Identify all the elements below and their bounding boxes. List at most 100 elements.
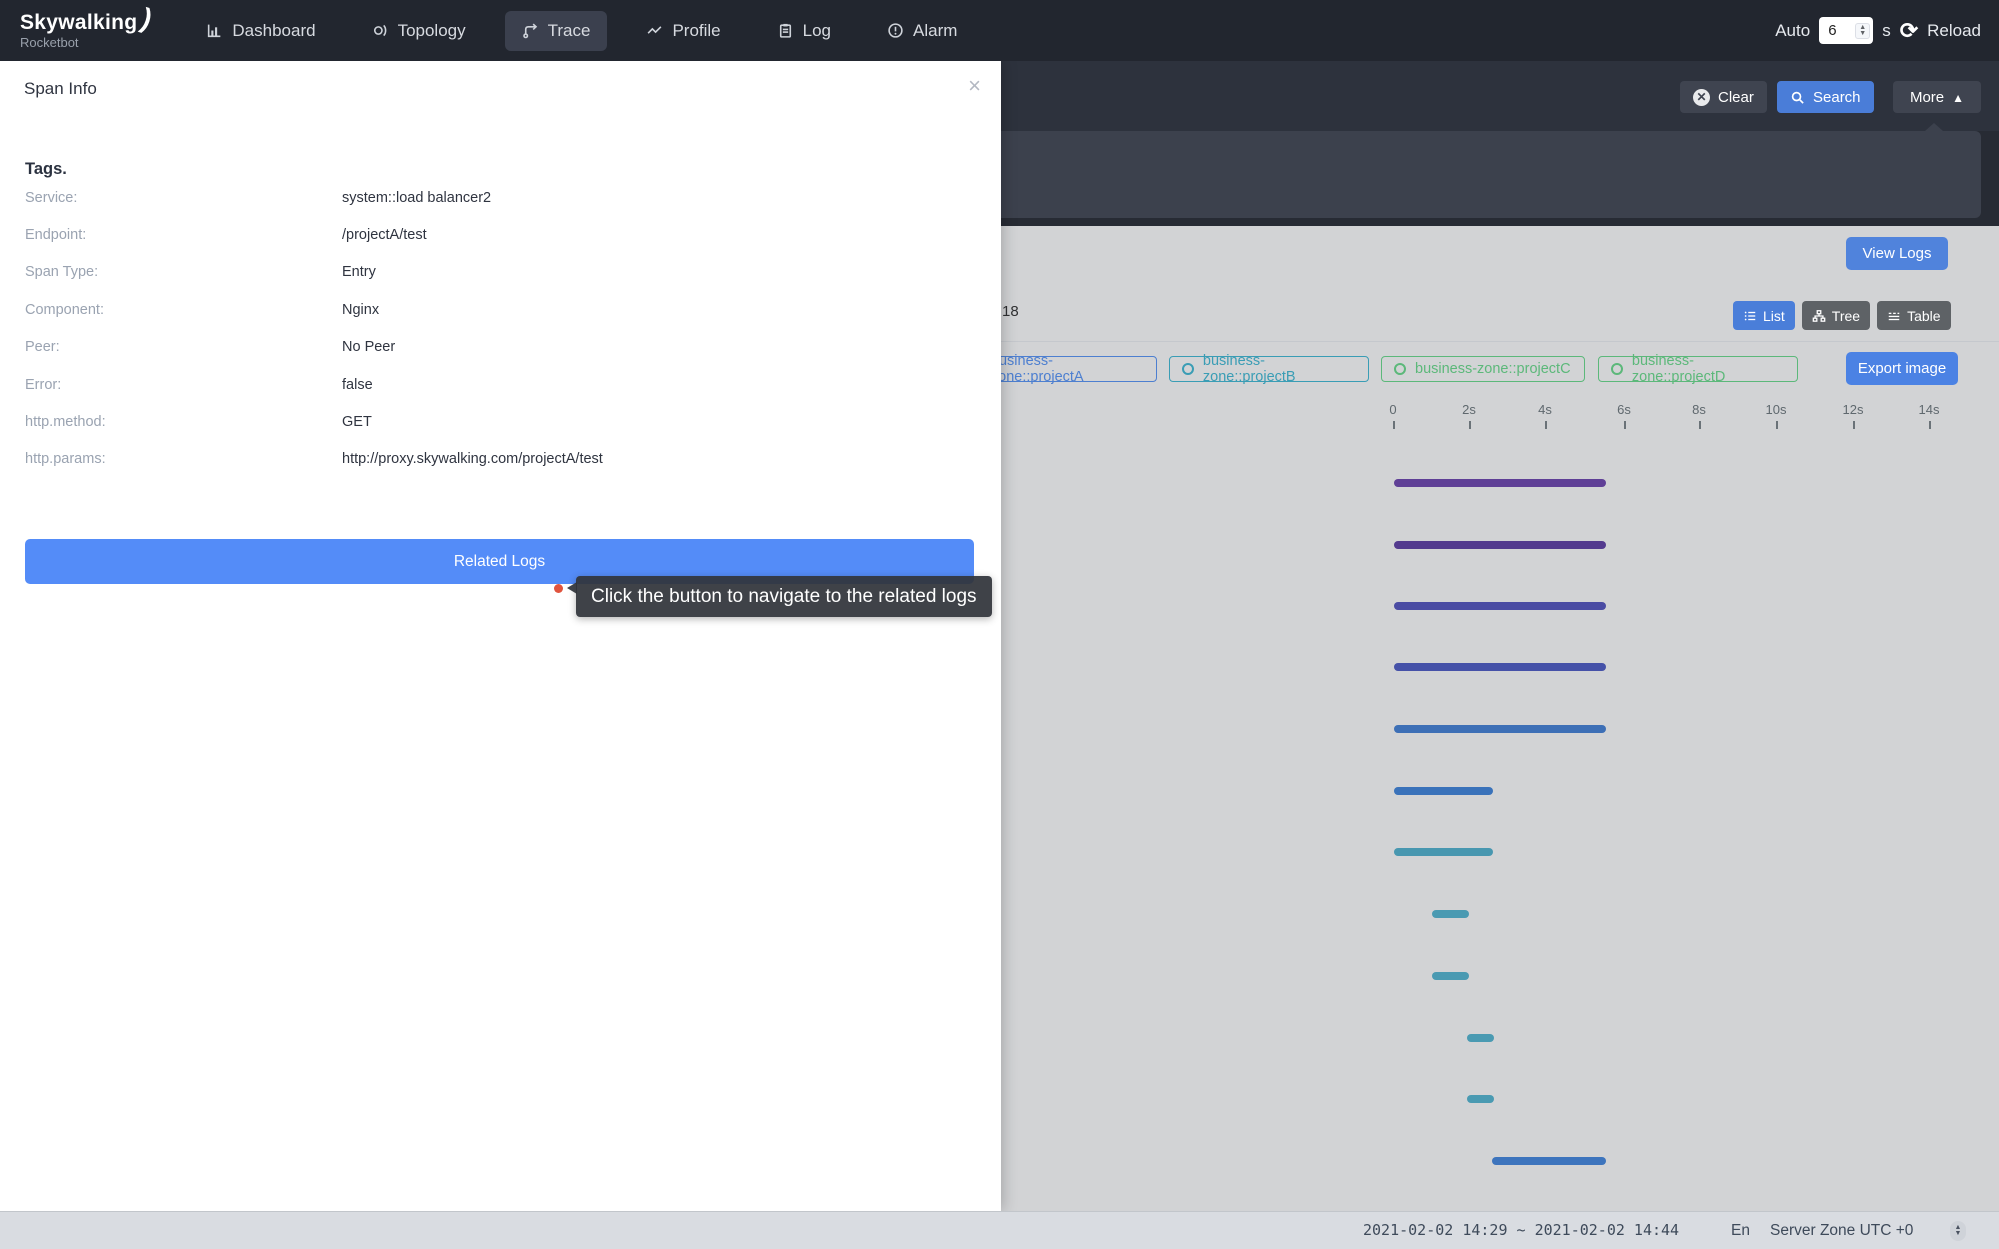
tag-field-row: Peer:No Peer [25, 329, 975, 366]
language-selector[interactable]: En [1731, 1212, 1750, 1249]
alarm-icon [887, 22, 904, 39]
auto-interval-stepper[interactable]: ▲ ▼ [1855, 23, 1870, 39]
nav-item-profile[interactable]: Profile [629, 11, 737, 51]
service-chip[interactable]: business-zone::projectB [1169, 356, 1369, 382]
trace-span-bar[interactable] [1492, 1157, 1606, 1165]
more-options-popup [920, 131, 1981, 218]
tag-field-row: Error:false [25, 366, 975, 403]
tag-field-row: Service:system::load balancer2 [25, 179, 975, 216]
service-chip[interactable]: business-zone::projectD [1598, 356, 1798, 382]
axis-tick-mark [1469, 421, 1471, 429]
server-zone-selector[interactable]: Server Zone UTC +0 [1770, 1212, 1913, 1249]
tags-heading: Tags. [25, 160, 67, 179]
view-mode-tree[interactable]: Tree [1802, 301, 1870, 330]
nav-label-profile: Profile [672, 21, 720, 41]
trace-span-bar[interactable] [1467, 1095, 1494, 1103]
tag-field-value: /projectA/test [342, 227, 427, 243]
axis-tick-mark [1545, 421, 1547, 429]
trace-span-bar[interactable] [1467, 1034, 1494, 1042]
search-button-label: Search [1813, 89, 1861, 106]
nav-right-controls: Auto 6 ▲ ▼ s ⟳ Reload [1775, 0, 1981, 61]
nav-item-alarm[interactable]: Alarm [870, 11, 974, 51]
nav-item-dashboard[interactable]: Dashboard [189, 11, 332, 51]
related-logs-label: Related Logs [454, 553, 545, 571]
trace-span-bar[interactable] [1394, 602, 1606, 610]
tag-field-label: Span Type: [25, 264, 342, 280]
reload-icon[interactable]: ⟳ [1900, 20, 1918, 42]
trace-span-bar[interactable] [1394, 725, 1606, 733]
trace-span-bar[interactable] [1394, 848, 1493, 856]
tag-fields: Service:system::load balancer2Endpoint:/… [25, 179, 975, 478]
trace-span-bar[interactable] [1394, 787, 1493, 795]
axis-tick-mark [1393, 421, 1395, 429]
nav-item-trace[interactable]: Trace [505, 11, 608, 51]
tag-field-row: Component:Nginx [25, 291, 975, 328]
tag-field-row: http.params:http://proxy.skywalking.com/… [25, 441, 975, 478]
nav-item-topology[interactable]: Topology [355, 11, 483, 51]
topology-icon [372, 22, 389, 39]
modal-title: Span Info [24, 79, 97, 99]
view-mode-table[interactable]: Table [1877, 301, 1950, 330]
nav-label-trace: Trace [548, 21, 591, 41]
trace-span-bar[interactable] [1394, 479, 1606, 487]
time-range-picker[interactable]: 2021-02-02 14:29 ~ 2021-02-02 14:44 [1363, 1212, 1679, 1249]
view-logs-label: View Logs [1863, 245, 1932, 262]
header-divider [1001, 341, 1999, 342]
chip-label: business-zone::projectA [991, 353, 1144, 385]
auto-interval-input[interactable]: 6 ▲ ▼ [1819, 17, 1873, 44]
tag-field-value: Entry [342, 264, 376, 280]
axis-tick-mark [1699, 421, 1701, 429]
axis-tick-label: 8s [1692, 402, 1706, 417]
zone-stepper[interactable]: ▲ ▼ [1950, 1221, 1966, 1241]
auto-label: Auto [1775, 21, 1810, 41]
brand-logo[interactable]: Skywalking ) Rocketbot [20, 12, 137, 49]
tag-field-row: Endpoint:/projectA/test [25, 216, 975, 253]
more-button[interactable]: More ▲ [1893, 81, 1981, 113]
trace-span-bar[interactable] [1432, 972, 1469, 980]
zone-step-down-icon: ▼ [1955, 1231, 1962, 1237]
cursor-dot [554, 584, 563, 593]
related-logs-tooltip: Click the button to navigate to the rela… [576, 576, 992, 617]
nav-items: Dashboard Topology Trace Profile [189, 11, 974, 51]
status-bar: 2021-02-02 14:29 ~ 2021-02-02 14:44 En S… [0, 1211, 1999, 1249]
view-mode-label: List [1763, 308, 1785, 324]
chip-circle-icon [1394, 363, 1406, 375]
axis-tick-label: 14s [1919, 402, 1940, 417]
view-mode-label: Tree [1832, 308, 1860, 324]
tag-field-label: http.params: [25, 451, 342, 467]
tag-field-label: Endpoint: [25, 227, 342, 243]
reload-label[interactable]: Reload [1927, 21, 1981, 41]
axis-tick-label: 10s [1766, 402, 1787, 417]
top-nav: Skywalking ) Rocketbot Dashboard Topolog… [0, 0, 1999, 61]
axis-tick-mark [1929, 421, 1931, 429]
view-mode-label: Table [1907, 308, 1940, 324]
tag-field-value: Nginx [342, 302, 379, 318]
tag-field-value: false [342, 377, 373, 393]
service-chip[interactable]: business-zone::projectC [1381, 356, 1585, 382]
axis-tick-label: 12s [1843, 402, 1864, 417]
clear-button[interactable]: ✕ Clear [1680, 81, 1767, 113]
chip-label: business-zone::projectD [1632, 353, 1785, 385]
search-icon [1790, 90, 1805, 105]
axis-tick-label: 2s [1462, 402, 1476, 417]
trace-span-bar[interactable] [1394, 541, 1606, 549]
profile-icon [646, 22, 663, 39]
nav-label-dashboard: Dashboard [232, 21, 315, 41]
nav-item-log[interactable]: Log [760, 11, 848, 51]
axis-tick-label: 6s [1617, 402, 1631, 417]
tag-field-label: http.method: [25, 414, 342, 430]
export-image-label: Export image [1858, 360, 1946, 377]
clear-button-label: Clear [1718, 89, 1754, 106]
trace-count: 18 [1002, 303, 1019, 320]
trace-span-bar[interactable] [1394, 663, 1606, 671]
view-logs-button[interactable]: View Logs [1846, 237, 1948, 270]
axis-tick-mark [1776, 421, 1778, 429]
tag-field-label: Service: [25, 190, 342, 206]
export-image-button[interactable]: Export image [1846, 352, 1958, 385]
trace-span-bar[interactable] [1432, 910, 1469, 918]
axis-tick-mark [1624, 421, 1626, 429]
view-mode-list[interactable]: List [1733, 301, 1795, 330]
search-button[interactable]: Search [1777, 81, 1874, 113]
close-icon[interactable]: × [968, 73, 981, 99]
axis-tick-label: 4s [1538, 402, 1552, 417]
